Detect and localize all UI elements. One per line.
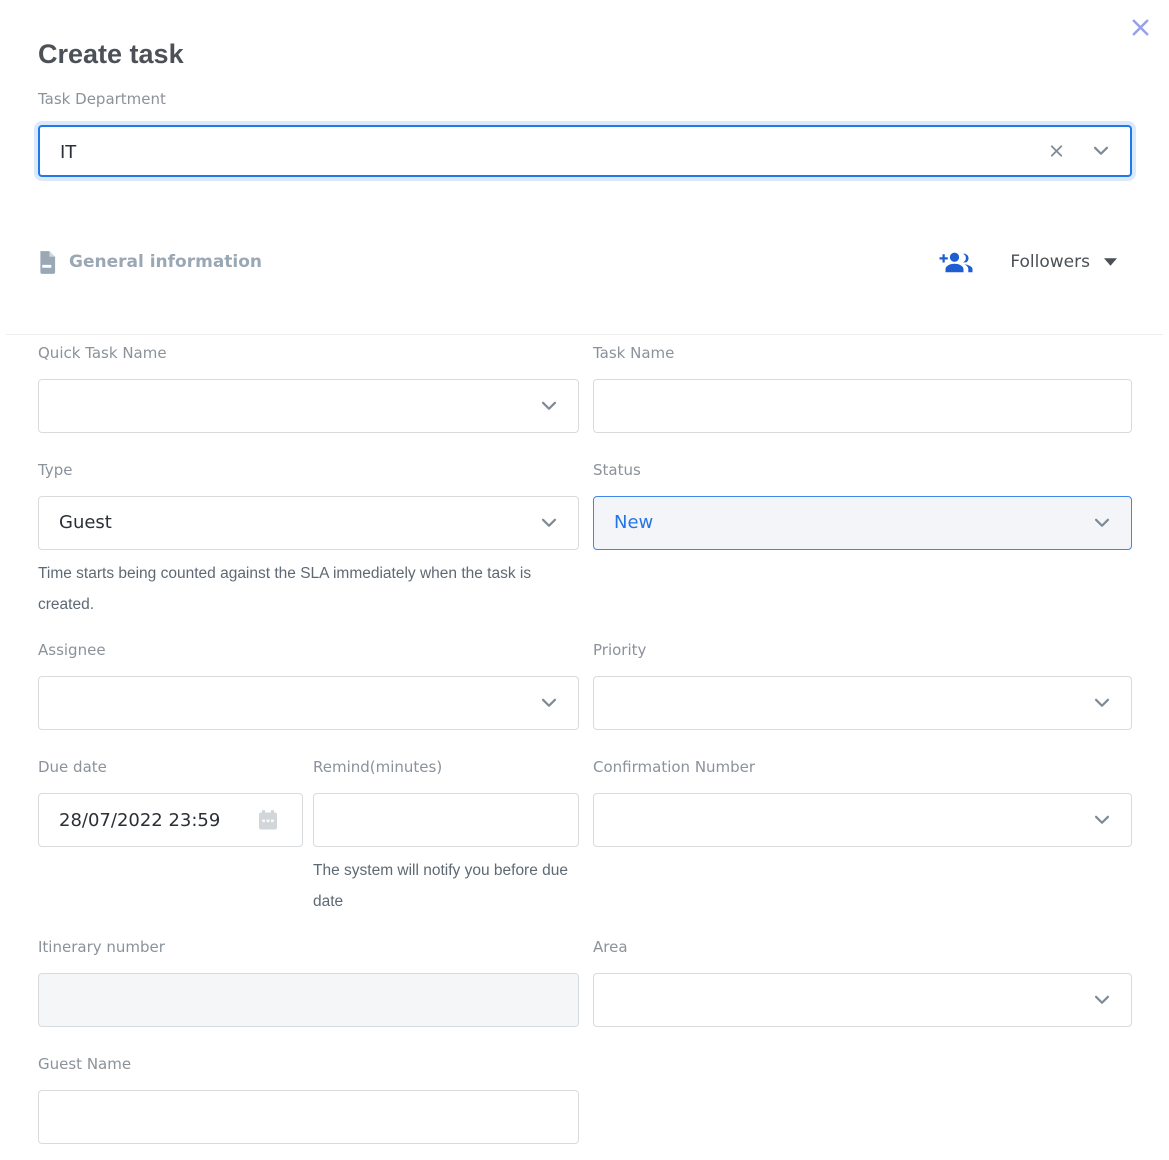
due-remind-subrow: Due date 28/07/2022 23:59 Remind(minutes… [38,759,579,917]
task-name-input[interactable] [594,380,1131,432]
due-date-label: Due date [38,758,107,776]
task-department-value: IT [60,142,77,163]
section-divider [6,334,1163,335]
chevron-down-icon[interactable] [1091,989,1113,1011]
remind-group: Remind(minutes) The system will notify y… [313,759,579,917]
guest-name-input[interactable] [39,1091,578,1143]
area-value [594,974,1131,1026]
chevron-down-icon[interactable] [1091,692,1113,714]
chevron-down-icon[interactable] [1091,809,1113,831]
guest-name-field [38,1090,579,1144]
chevron-down-icon[interactable] [538,395,560,417]
area-group: Area [593,939,1132,1027]
followers-label: Followers [1010,252,1090,272]
confirmation-number-group: Confirmation Number [593,759,1132,847]
due-date-group: Due date [38,759,303,847]
create-task-modal: Create task Task Department IT General i… [0,0,1169,1160]
priority-select[interactable] [593,676,1132,730]
caret-down-icon [1104,258,1117,266]
assignee-group: Assignee [38,642,579,730]
remind-helper-text: The system will notify you before due da… [313,862,569,910]
guest-name-label: Guest Name [38,1055,132,1073]
quick-task-name-label: Quick Task Name [38,344,167,362]
area-select[interactable] [593,973,1132,1027]
itinerary-number-group: Itinerary number [38,939,579,1027]
quick-task-name-select[interactable] [38,379,579,433]
section-header-row: General information Followers [38,247,1132,277]
quick-task-name-group: Quick Task Name [38,345,579,433]
task-name-field [593,379,1132,433]
chevron-down-icon[interactable] [1091,512,1113,534]
task-department-label: Task Department [38,90,166,108]
remind-input[interactable] [314,794,578,846]
type-value: Guest [59,512,112,533]
itinerary-number-input [39,974,578,1026]
itinerary-number-field [38,973,579,1027]
type-label: Type [38,461,73,479]
task-form: Quick Task Name Task Name Type Guest Tim… [38,345,1132,1144]
assignee-label: Assignee [38,641,106,659]
chevron-down-icon[interactable] [538,692,560,714]
type-group: Type Guest Time starts being counted aga… [38,462,579,620]
close-button[interactable] [1126,13,1154,41]
chevron-down-icon[interactable] [538,512,560,534]
person-add-icon [938,249,974,276]
chevron-down-icon[interactable] [1090,140,1112,162]
confirmation-number-value [594,794,1131,846]
task-department-select[interactable]: IT [38,125,1132,177]
general-information-header: General information [38,250,263,274]
status-label: Status [593,461,641,479]
type-select[interactable]: Guest [38,496,579,550]
status-group: Status New [593,462,1132,550]
guest-name-group: Guest Name [38,1056,579,1144]
assignee-select[interactable] [38,676,579,730]
section-title-text: General information [69,252,263,272]
quick-task-name-value [39,380,578,432]
priority-value [594,677,1131,729]
confirmation-number-select[interactable] [593,793,1132,847]
followers-button[interactable]: Followers [938,249,1117,276]
confirmation-number-label: Confirmation Number [593,758,756,776]
due-date-field [38,793,303,847]
task-name-label: Task Name [593,344,675,362]
itinerary-number-label: Itinerary number [38,938,165,956]
area-label: Area [593,938,628,956]
remind-label: Remind(minutes) [313,758,443,776]
priority-group: Priority [593,642,1132,730]
task-department-group: Task Department IT [38,91,1132,177]
document-icon [38,250,57,274]
task-name-group: Task Name [593,345,1132,433]
type-helper-text: Time starts being counted against the SL… [38,565,532,613]
page-title: Create task [38,39,184,69]
priority-label: Priority [593,641,647,659]
assignee-value [39,677,578,729]
close-icon [1129,16,1152,39]
status-value: New [614,512,654,533]
clear-icon[interactable] [1047,142,1066,161]
calendar-icon[interactable] [258,810,278,831]
status-select[interactable]: New [593,496,1132,550]
remind-field [313,793,579,847]
